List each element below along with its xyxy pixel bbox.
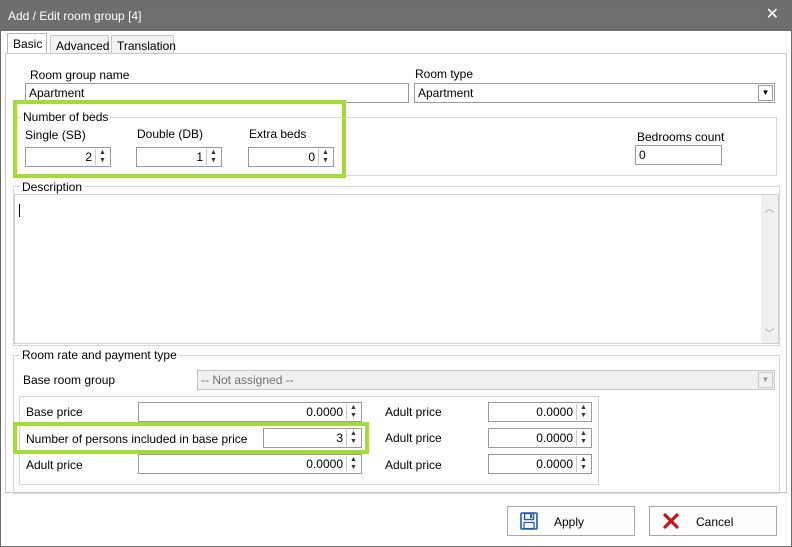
cancel-button-label: Cancel: [696, 515, 734, 529]
base-price-label: Base price: [26, 405, 83, 419]
base-price-stepper[interactable]: 0.0000 ▲ ▼: [138, 402, 362, 422]
tab-translation[interactable]: Translation: [111, 35, 176, 54]
description-scrollbar[interactable]: ︿ ﹀: [761, 195, 778, 343]
adult-price-label: Adult price: [385, 458, 442, 472]
apply-button-label: Apply: [554, 515, 585, 529]
chevron-down-icon[interactable]: ▼: [758, 85, 773, 101]
base-price-value: 0.0000: [306, 405, 343, 419]
adult-price-label: Adult price: [26, 458, 83, 472]
adult-price-value: 0.0000: [536, 457, 573, 471]
spin-arrows-icon[interactable]: ▲ ▼: [346, 404, 360, 420]
adult-price-stepper[interactable]: 0.0000 ▲ ▼: [488, 454, 592, 474]
scroll-up-icon[interactable]: ︿: [761, 200, 778, 215]
base-room-group-value: -- Not assigned --: [201, 373, 294, 387]
description-textarea[interactable]: ︿ ﹀: [14, 194, 779, 344]
apply-button[interactable]: Apply: [507, 506, 635, 536]
dialog-window: Add / Edit room group [4] ✕ Basic Advanc…: [0, 0, 792, 547]
spin-arrows-icon[interactable]: ▲ ▼: [576, 404, 590, 420]
persons-highlight-frame: [13, 422, 369, 454]
adult-price-value: 0.0000: [306, 457, 343, 471]
adult-price-stepper[interactable]: 0.0000 ▲ ▼: [138, 454, 362, 474]
adult-price-label: Adult price: [385, 431, 442, 445]
room-type-label: Room type: [415, 67, 474, 81]
save-icon: [520, 512, 538, 530]
description-label: Description: [20, 180, 85, 194]
scroll-down-icon[interactable]: ﹀: [761, 325, 778, 340]
cancel-x-icon: [663, 513, 679, 529]
spin-arrows-icon[interactable]: ▲ ▼: [576, 430, 590, 446]
room-type-select[interactable]: Apartment ▼: [414, 83, 775, 103]
bedrooms-count-input[interactable]: 0: [635, 145, 722, 165]
beds-highlight-frame: [13, 100, 346, 178]
base-room-group-select[interactable]: -- Not assigned -- ▼: [197, 370, 775, 390]
adult-price-value: 0.0000: [536, 431, 573, 445]
text-caret: [19, 204, 20, 217]
bedrooms-count-label: Bedrooms count: [637, 130, 725, 144]
window-title: Add / Edit room group [4]: [8, 9, 142, 23]
base-room-group-label: Base room group: [23, 373, 116, 387]
title-bar[interactable]: Add / Edit room group [4] ✕: [1, 1, 791, 31]
adult-price-value: 0.0000: [536, 405, 573, 419]
tab-basic[interactable]: Basic: [7, 33, 47, 54]
close-icon[interactable]: ✕: [766, 7, 779, 23]
room-group-name-label: Room group name: [30, 68, 130, 82]
adult-price-stepper[interactable]: 0.0000 ▲ ▼: [488, 428, 592, 448]
cancel-button[interactable]: Cancel: [649, 506, 777, 536]
rate-group-title: Room rate and payment type: [20, 348, 179, 362]
adult-price-stepper[interactable]: 0.0000 ▲ ▼: [488, 402, 592, 422]
tab-advanced[interactable]: Advanced: [50, 35, 109, 54]
adult-price-label: Adult price: [385, 405, 442, 419]
spin-arrows-icon[interactable]: ▲ ▼: [576, 456, 590, 472]
room-type-value: Apartment: [418, 86, 474, 100]
chevron-down-icon[interactable]: ▼: [758, 372, 773, 388]
spin-arrows-icon[interactable]: ▲ ▼: [346, 456, 360, 472]
